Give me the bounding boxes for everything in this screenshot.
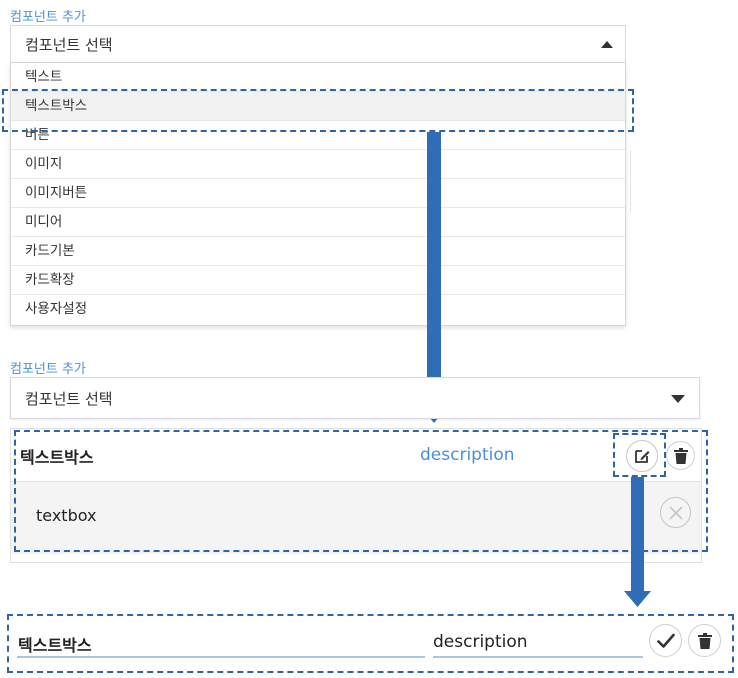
option-text[interactable]: 텍스트 <box>11 63 625 92</box>
option-custom[interactable]: 사용자설정 <box>11 295 625 324</box>
annotation-edit-row-box <box>7 614 734 673</box>
top-select-placeholder: 컴포넌트 선택 <box>25 35 113 54</box>
annotation-arrow-shaft <box>427 132 441 408</box>
annotation-arrow2-head <box>624 591 651 607</box>
annotation-arrow2-shaft <box>631 477 644 593</box>
top-component-select[interactable]: 컴포넌트 선택 <box>10 25 626 63</box>
middle-section-label: 컴포넌트 추가 <box>10 362 86 377</box>
annotation-highlight-box <box>2 89 634 132</box>
option-media[interactable]: 미디어 <box>11 208 625 237</box>
caret-up-icon <box>601 41 613 48</box>
option-card-basic[interactable]: 카드기본 <box>11 237 625 266</box>
option-card-extended[interactable]: 카드확장 <box>11 266 625 295</box>
caret-down-icon <box>671 395 685 403</box>
top-section-label: 컴포넌트 추가 <box>10 10 86 25</box>
middle-select-placeholder: 컴포넌트 선택 <box>25 389 113 408</box>
annotation-card-box <box>14 430 708 552</box>
option-image-button[interactable]: 이미지버튼 <box>11 179 625 208</box>
middle-component-select[interactable]: 컴포넌트 선택 <box>10 377 700 419</box>
option-image[interactable]: 이미지 <box>11 150 625 179</box>
annotation-edit-box <box>613 433 666 477</box>
